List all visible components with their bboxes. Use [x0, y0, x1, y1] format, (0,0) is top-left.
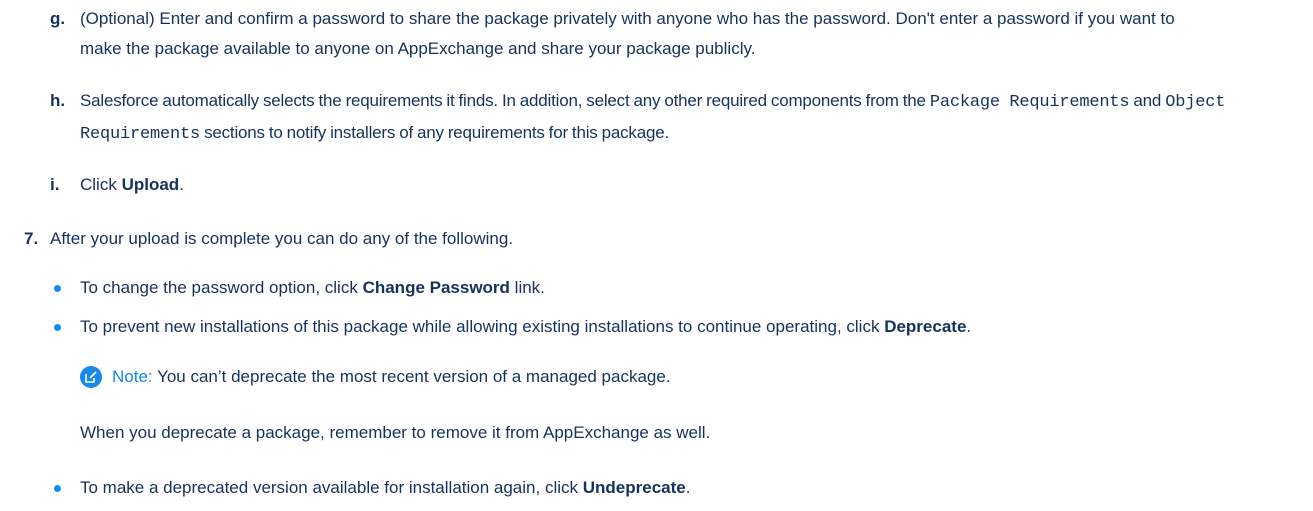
bullet-deprecate: To prevent new installations of this pac… — [0, 312, 1313, 342]
change-password-text-before: To change the password option, click — [80, 278, 358, 297]
step-h-marker: h. — [50, 91, 66, 110]
step-i-text-after: . — [179, 175, 184, 194]
document-page: g. (Optional) Enter and confirm a passwo… — [0, 0, 1313, 511]
deprecate-text-after: . — [966, 317, 972, 336]
step-h-text-before: Salesforce automatically selects the req… — [80, 91, 926, 110]
upload-label: Upload — [121, 175, 180, 194]
note-label: Note: — [112, 367, 153, 386]
undeprecate-text-after: . — [685, 478, 691, 497]
step-h-text: Salesforce automatically selects the req… — [80, 86, 1312, 150]
step-i: i. Click Upload. — [0, 170, 1313, 200]
note-callout: Note: You can’t deprecate the most recen… — [0, 362, 1313, 392]
bullet-icon — [54, 485, 61, 492]
step-7: 7. After your upload is complete you can… — [0, 224, 1313, 254]
bullet-undeprecate-text: To make a deprecated version available f… — [80, 473, 690, 503]
bullet-undeprecate: To make a deprecated version available f… — [0, 473, 1313, 503]
bullet-deprecate-text: To prevent new installations of this pac… — [80, 312, 1312, 342]
step-g-text: (Optional) Enter and confirm a password … — [80, 9, 1175, 58]
deprecate-followup: When you deprecate a package, remember t… — [0, 418, 1313, 448]
undeprecate-text-before: To make a deprecated version available f… — [80, 478, 578, 497]
step-i-text-before: Click — [80, 175, 117, 194]
bullet-change-password-text: To change the password option, click Cha… — [80, 273, 545, 303]
step-g: g. (Optional) Enter and confirm a passwo… — [0, 4, 1313, 64]
step-g-marker: g. — [50, 9, 66, 28]
step-h-text-after: sections to notify installers of any req… — [204, 123, 670, 142]
bullet-icon — [54, 324, 61, 331]
deprecate-text-before: To prevent new installations of this pac… — [80, 317, 880, 336]
step-h-text-middle: and — [1133, 91, 1162, 110]
step-i-marker: i. — [50, 175, 60, 194]
note-text: You can’t deprecate the most recent vers… — [157, 367, 671, 386]
step-h: h. Salesforce automatically selects the … — [0, 86, 1313, 146]
change-password-text-after: link. — [514, 278, 545, 297]
deprecate-followup-text: When you deprecate a package, remember t… — [80, 423, 711, 442]
step-7-marker: 7. — [24, 229, 39, 248]
deprecate-label: Deprecate — [884, 317, 967, 336]
step-i-text: Click Upload. — [80, 170, 184, 200]
note-edit-icon — [80, 366, 102, 388]
note-text-wrap: Note: You can’t deprecate the most recen… — [112, 362, 671, 392]
package-requirements-code: Package Requirements — [929, 93, 1130, 112]
undeprecate-label: Undeprecate — [582, 478, 686, 497]
bullet-icon — [54, 285, 61, 292]
change-password-label: Change Password — [362, 278, 510, 297]
bullet-change-password: To change the password option, click Cha… — [0, 273, 1313, 303]
step-7-text: After your upload is complete you can do… — [50, 229, 514, 248]
